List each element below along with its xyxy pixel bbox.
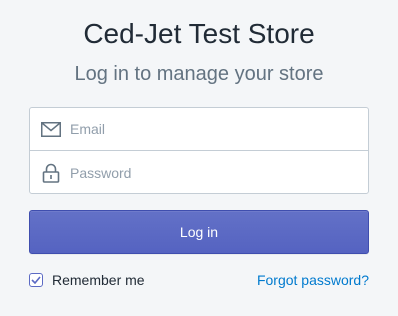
remember-label: Remember me	[52, 272, 145, 288]
login-card: Ced-Jet Test Store Log in to manage your…	[0, 0, 398, 307]
remember-me[interactable]: Remember me	[29, 271, 145, 289]
password-row	[30, 151, 368, 194]
login-subtitle: Log in to manage your store	[74, 63, 324, 85]
login-fields	[29, 107, 369, 194]
lock-icon	[30, 163, 70, 183]
forgot-password-link[interactable]: Forgot password?	[257, 271, 369, 289]
store-title: Ced-Jet Test Store	[83, 18, 315, 49]
checkmark-icon	[31, 276, 41, 284]
login-button[interactable]: Log in	[29, 210, 369, 254]
password-field[interactable]	[70, 157, 368, 188]
remember-checkbox[interactable]	[29, 273, 43, 287]
envelope-icon	[30, 121, 70, 137]
email-field[interactable]	[70, 114, 368, 144]
email-row	[30, 108, 368, 151]
